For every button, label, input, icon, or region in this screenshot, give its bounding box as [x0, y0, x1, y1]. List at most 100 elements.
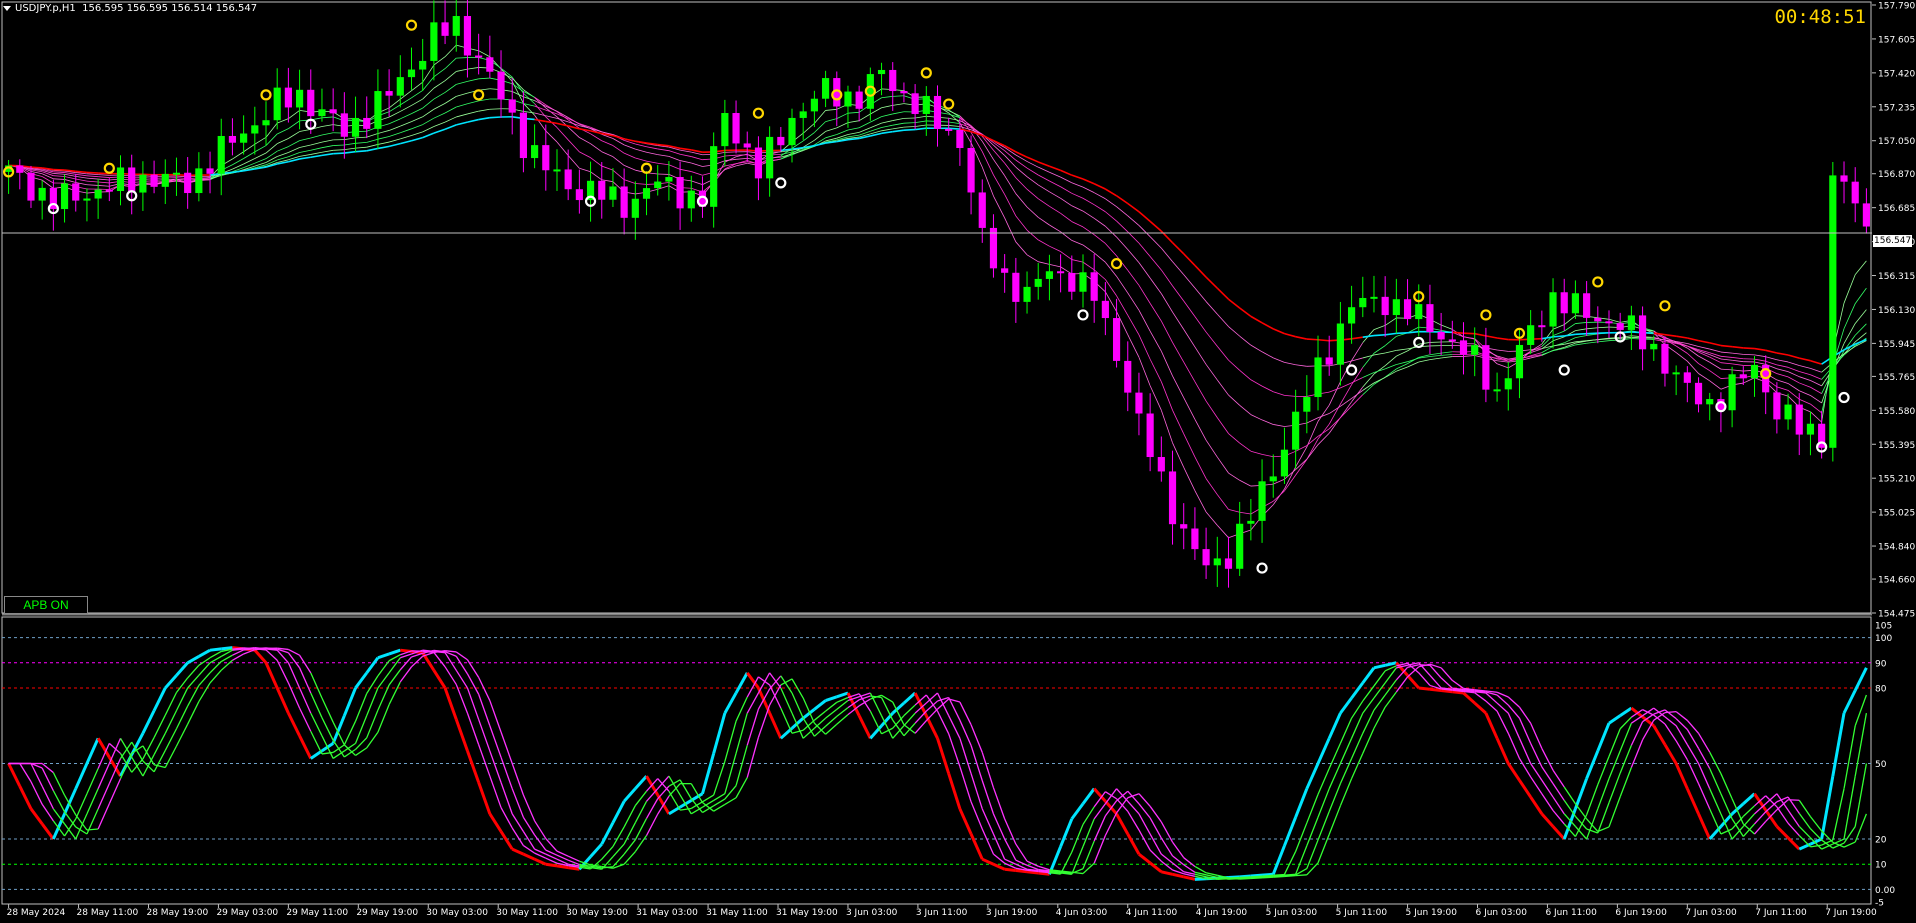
oscillator-line-segment	[1004, 838, 1017, 861]
ribbon-segment	[1306, 338, 1319, 341]
ribbon-segment	[321, 132, 334, 136]
ribbon-segment	[1340, 405, 1352, 418]
ribbon-segment	[1060, 213, 1073, 222]
ribbon-segment	[411, 90, 423, 99]
ribbon-segment	[1138, 334, 1151, 360]
oscillator-line-segment	[1608, 728, 1621, 757]
oscillator-line-segment	[1574, 803, 1588, 820]
sell-signal-marker	[1480, 309, 1492, 321]
oscillator-line-segment	[1809, 816, 1823, 832]
ribbon-segment	[30, 166, 43, 169]
dropdown-triangle-icon[interactable]	[3, 5, 11, 11]
ribbon-segment	[1261, 351, 1274, 359]
ribbon-segment	[1709, 342, 1722, 347]
oscillator-line-segment	[1339, 717, 1353, 744]
price-chart[interactable]: 157.790 157.605 157.420 157.235 157.050 156.8…	[0, 0, 1916, 923]
ribbon-segment	[1038, 174, 1050, 182]
ribbon-segment	[1575, 332, 1587, 336]
bull-candle	[1213, 558, 1221, 566]
apb-toggle-button[interactable]: APB ON	[4, 596, 88, 614]
oscillator-line-segment	[1328, 743, 1341, 769]
ribbon-segment	[1328, 381, 1341, 406]
ribbon-segment	[1082, 178, 1095, 185]
ribbon-segment	[1720, 362, 1733, 365]
ribbon-segment	[288, 147, 300, 153]
oscillator-line-segment	[64, 818, 77, 837]
oscillator-line-segment	[735, 712, 748, 754]
oscillator-line-segment	[1316, 737, 1331, 765]
ribbon-segment	[444, 96, 457, 104]
ribbon-segment	[411, 107, 423, 114]
ribbon-segment	[915, 124, 927, 127]
bear-candle	[542, 145, 550, 171]
oscillator-line-segment	[220, 659, 233, 671]
ribbon-segment	[1205, 439, 1218, 458]
oscillator-line-segment	[499, 830, 514, 850]
ribbon-segment	[1060, 186, 1073, 194]
oscillator-line-segment	[1484, 712, 1499, 739]
oscillator-line-segment	[857, 714, 872, 739]
oscillator-line-segment	[858, 698, 871, 707]
oscillator-line-segment	[264, 662, 279, 689]
price-tick-label: 157.790	[1878, 2, 1915, 12]
oscillator-line-segment	[1082, 818, 1095, 847]
oscillator-line-segment	[981, 857, 995, 866]
ribbon-segment	[288, 120, 300, 129]
ribbon-segment	[86, 177, 99, 180]
ribbon-segment	[892, 126, 904, 130]
bear-candle	[150, 174, 158, 187]
oscillator-line-segment	[1530, 722, 1543, 749]
ribbon-segment	[1127, 314, 1140, 336]
oscillator-line-segment	[1619, 706, 1633, 717]
ribbon-segment	[1037, 216, 1050, 226]
oscillator-panel-border	[1, 616, 1872, 905]
ribbon-segment	[892, 103, 904, 106]
bull-candle	[1303, 397, 1311, 412]
ribbon-segment	[915, 120, 927, 124]
bull-candle	[810, 98, 818, 112]
ribbon-segment	[1216, 287, 1230, 300]
bear-candle	[1448, 339, 1456, 342]
ribbon-segment	[64, 179, 76, 183]
oscillator-line-segment	[936, 710, 950, 735]
price-tick-label: 156.870	[1878, 170, 1915, 180]
ribbon-segment	[1854, 260, 1867, 275]
oscillator-line-segment	[825, 723, 838, 735]
bear-candle	[363, 117, 371, 129]
ribbon-segment	[1273, 357, 1285, 363]
ribbon-segment	[321, 145, 334, 149]
oscillator-line-segment	[825, 695, 838, 702]
ribbon-segment	[1810, 411, 1822, 423]
ribbon-segment	[1216, 417, 1229, 434]
osc-tick-label: 90	[1875, 659, 1887, 669]
ribbon-segment	[243, 143, 256, 153]
oscillator-line-segment	[1608, 796, 1621, 828]
ribbon-segment	[1038, 166, 1050, 173]
oscillator-line-segment	[511, 788, 525, 818]
ribbon-segment	[1172, 442, 1185, 468]
ribbon-segment	[892, 117, 905, 121]
time-tick-label: 6 Jun 19:00	[1615, 908, 1667, 918]
oscillator-line-segment	[164, 728, 178, 751]
oscillator-line-segment	[1440, 667, 1453, 681]
oscillator-line-segment	[466, 712, 480, 745]
ribbon-segment	[1116, 206, 1129, 217]
ribbon-segment	[400, 113, 412, 120]
price-tick-label: 155.765	[1878, 373, 1915, 383]
bull-candle	[1571, 293, 1580, 314]
ribbon-segment	[1687, 343, 1699, 347]
ribbon-segment	[1194, 346, 1207, 365]
price-tick-label: 157.235	[1878, 103, 1915, 113]
bear-candle	[743, 143, 751, 148]
oscillator-line-segment	[1608, 714, 1622, 725]
ribbon-segment	[1138, 309, 1151, 332]
ribbon-segment	[1172, 410, 1185, 435]
ribbon-segment	[355, 146, 367, 149]
oscillator-line-segment	[1742, 813, 1755, 827]
ribbon-segment	[1384, 355, 1397, 366]
ribbon-segment	[1071, 174, 1084, 180]
ribbon-segment	[948, 125, 960, 127]
oscillator-line-segment	[377, 684, 390, 711]
ribbon-segment	[825, 134, 837, 139]
ribbon-segment	[1720, 351, 1733, 354]
